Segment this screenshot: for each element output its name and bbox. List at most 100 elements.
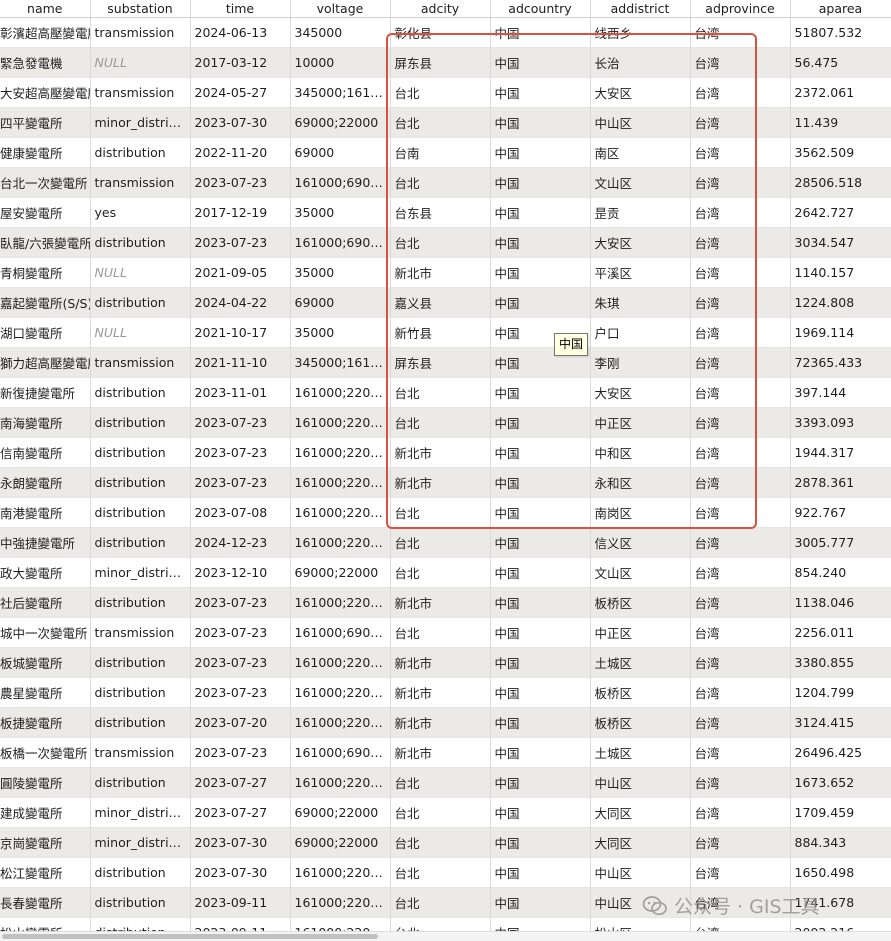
cell-adcountry[interactable]: 中国 (490, 377, 591, 408)
table-row[interactable]: 京崗變電所minor_distribution2023-07-3069000;2… (0, 827, 891, 858)
cell-substation[interactable]: transmission (90, 737, 191, 768)
cell-substation[interactable]: NULL (90, 317, 191, 348)
cell-adprovince[interactable]: 台湾 (690, 617, 791, 648)
cell-time[interactable]: 2023-07-27 (190, 797, 291, 828)
cell-name[interactable]: 四平變電所 (0, 107, 91, 138)
cell-time[interactable]: 2024-05-27 (190, 77, 291, 108)
cell-voltage[interactable]: 161000;22000 (290, 917, 391, 931)
cell-time[interactable]: 2017-12-19 (190, 197, 291, 228)
cell-adcountry[interactable]: 中国 (490, 797, 591, 828)
cell-substation[interactable]: distribution (90, 527, 191, 558)
cell-adprovince[interactable]: 台湾 (690, 677, 791, 708)
cell-addistrict[interactable]: 大安区 (590, 377, 691, 408)
cell-substation[interactable]: distribution (90, 377, 191, 408)
cell-aparea[interactable]: 1204.799 (790, 677, 891, 708)
cell-adcity[interactable]: 台北 (390, 797, 491, 828)
cell-adprovince[interactable]: 台湾 (690, 797, 791, 828)
cell-substation[interactable]: transmission (90, 17, 191, 48)
cell-adcountry[interactable]: 中国 (490, 827, 591, 858)
cell-time[interactable]: 2023-07-27 (190, 767, 291, 798)
cell-time[interactable]: 2023-07-23 (190, 647, 291, 678)
cell-adcountry[interactable]: 中国 (490, 137, 591, 168)
cell-adcity[interactable]: 台北 (390, 917, 491, 931)
cell-adprovince[interactable]: 台湾 (690, 737, 791, 768)
cell-substation[interactable]: distribution (90, 887, 191, 918)
cell-addistrict[interactable]: 平溪区 (590, 257, 691, 288)
cell-voltage[interactable]: 345000;161000 (290, 77, 391, 108)
table-row[interactable]: 四平變電所minor_distribution2023-07-3069000;2… (0, 107, 891, 138)
cell-name[interactable]: 中強捷變電所 (0, 527, 91, 558)
cell-adprovince[interactable]: 台湾 (690, 317, 791, 348)
cell-name[interactable]: 南海變電所 (0, 407, 91, 438)
cell-voltage[interactable]: 161000;22000 (290, 527, 391, 558)
cell-aparea[interactable]: 1140.157 (790, 257, 891, 288)
cell-name[interactable]: 建成變電所 (0, 797, 91, 828)
cell-voltage[interactable]: 161000;69000;22000 (290, 227, 391, 258)
cell-voltage[interactable]: 35000 (290, 317, 391, 348)
cell-adcountry[interactable]: 中国 (490, 767, 591, 798)
cell-time[interactable]: 2023-07-23 (190, 677, 291, 708)
cell-voltage[interactable]: 10000 (290, 47, 391, 78)
cell-aparea[interactable]: 1944.317 (790, 437, 891, 468)
cell-aparea[interactable]: 2878.361 (790, 467, 891, 498)
cell-substation[interactable]: minor_distribution (90, 557, 191, 588)
cell-adcity[interactable]: 台北 (390, 377, 491, 408)
cell-adcity[interactable]: 新北市 (390, 257, 491, 288)
cell-adprovince[interactable]: 台湾 (690, 707, 791, 738)
cell-adcountry[interactable]: 中国 (490, 227, 591, 258)
table-row[interactable]: 城中一次變電所 transmission 2023-07-23 161000;6900… (0, 617, 891, 648)
cell-voltage[interactable]: 161000;22000 (290, 497, 391, 528)
cell-time[interactable]: 2023-07-23 (190, 437, 291, 468)
column-header[interactable]: adcity (390, 0, 491, 18)
cell-adprovince[interactable]: 台湾 (690, 377, 791, 408)
cell-name[interactable]: 永朗變電所 (0, 467, 91, 498)
table-row[interactable]: 南海變電所 distribution 2023-07-23 161000;22000 台… (0, 407, 891, 438)
column-header[interactable]: addistrict (590, 0, 691, 18)
cell-time[interactable]: 2023-09-11 (190, 917, 291, 931)
cell-name[interactable]: 圓陵變電所 (0, 767, 91, 798)
cell-addistrict[interactable]: 板桥区 (590, 587, 691, 618)
cell-name[interactable]: 農星變電所 (0, 677, 91, 708)
cell-adcity[interactable]: 新竹县 (390, 317, 491, 348)
table-row[interactable]: 建成變電所minor_distribution2023-07-2769000;2… (0, 797, 891, 828)
table-row[interactable]: 湖口變電所 NULL 2021-10-17 35000 新竹县 中国 户口 台湾 1969.11… (0, 317, 891, 348)
cell-adcountry[interactable]: 中国 (490, 17, 591, 48)
cell-adcity[interactable]: 屏东县 (390, 347, 491, 378)
cell-name[interactable]: 彰濱超高壓變電所 (0, 17, 91, 48)
cell-voltage[interactable]: 69000 (290, 137, 391, 168)
cell-substation[interactable]: distribution (90, 917, 191, 931)
cell-adcity[interactable]: 新北市 (390, 707, 491, 738)
cell-voltage[interactable]: 69000 (290, 287, 391, 318)
cell-adprovince[interactable]: 台湾 (690, 767, 791, 798)
column-header[interactable]: substation (90, 0, 191, 18)
cell-name[interactable]: 社后變電所 (0, 587, 91, 618)
cell-adcountry[interactable]: 中国 (490, 167, 591, 198)
cell-voltage[interactable]: 69000;22000 (290, 107, 391, 138)
column-header[interactable]: time (190, 0, 291, 18)
cell-substation[interactable]: distribution (90, 437, 191, 468)
cell-addistrict[interactable]: 中山区 (590, 107, 691, 138)
cell-substation[interactable]: distribution (90, 287, 191, 318)
cell-substation[interactable]: distribution (90, 767, 191, 798)
cell-voltage[interactable]: 161000;69000 (290, 617, 391, 648)
cell-adcountry[interactable]: 中国 (490, 647, 591, 678)
table-row[interactable]: 松山變電所distribution2023-09-11161000;22000台… (0, 917, 891, 931)
cell-addistrict[interactable]: 昰贡 (590, 197, 691, 228)
table-row[interactable]: 中強捷變電所 distribution 2024-12-23 161000;22000… (0, 527, 891, 558)
cell-name[interactable]: 京崗變電所 (0, 827, 91, 858)
cell-substation[interactable]: transmission (90, 347, 191, 378)
cell-voltage[interactable]: 35000 (290, 257, 391, 288)
cell-adprovince[interactable]: 台湾 (690, 47, 791, 78)
cell-voltage[interactable]: 161000;22000 (290, 407, 391, 438)
cell-adcity[interactable]: 台北 (390, 497, 491, 528)
cell-adcity[interactable]: 新北市 (390, 437, 491, 468)
cell-adcity[interactable]: 台东县 (390, 197, 491, 228)
table-row[interactable]: 永朗變電所 distribution 2023-07-23 161000;22000 新… (0, 467, 891, 498)
cell-time[interactable]: 2023-07-23 (190, 617, 291, 648)
cell-substation[interactable]: distribution (90, 227, 191, 258)
cell-addistrict[interactable]: 板桥区 (590, 707, 691, 738)
table-row[interactable]: 板橋一次變電所 transmission 2023-07-23 161000;6900… (0, 737, 891, 768)
cell-adcity[interactable]: 台北 (390, 407, 491, 438)
cell-voltage[interactable]: 161000;22000 (290, 437, 391, 468)
cell-substation[interactable]: transmission (90, 167, 191, 198)
